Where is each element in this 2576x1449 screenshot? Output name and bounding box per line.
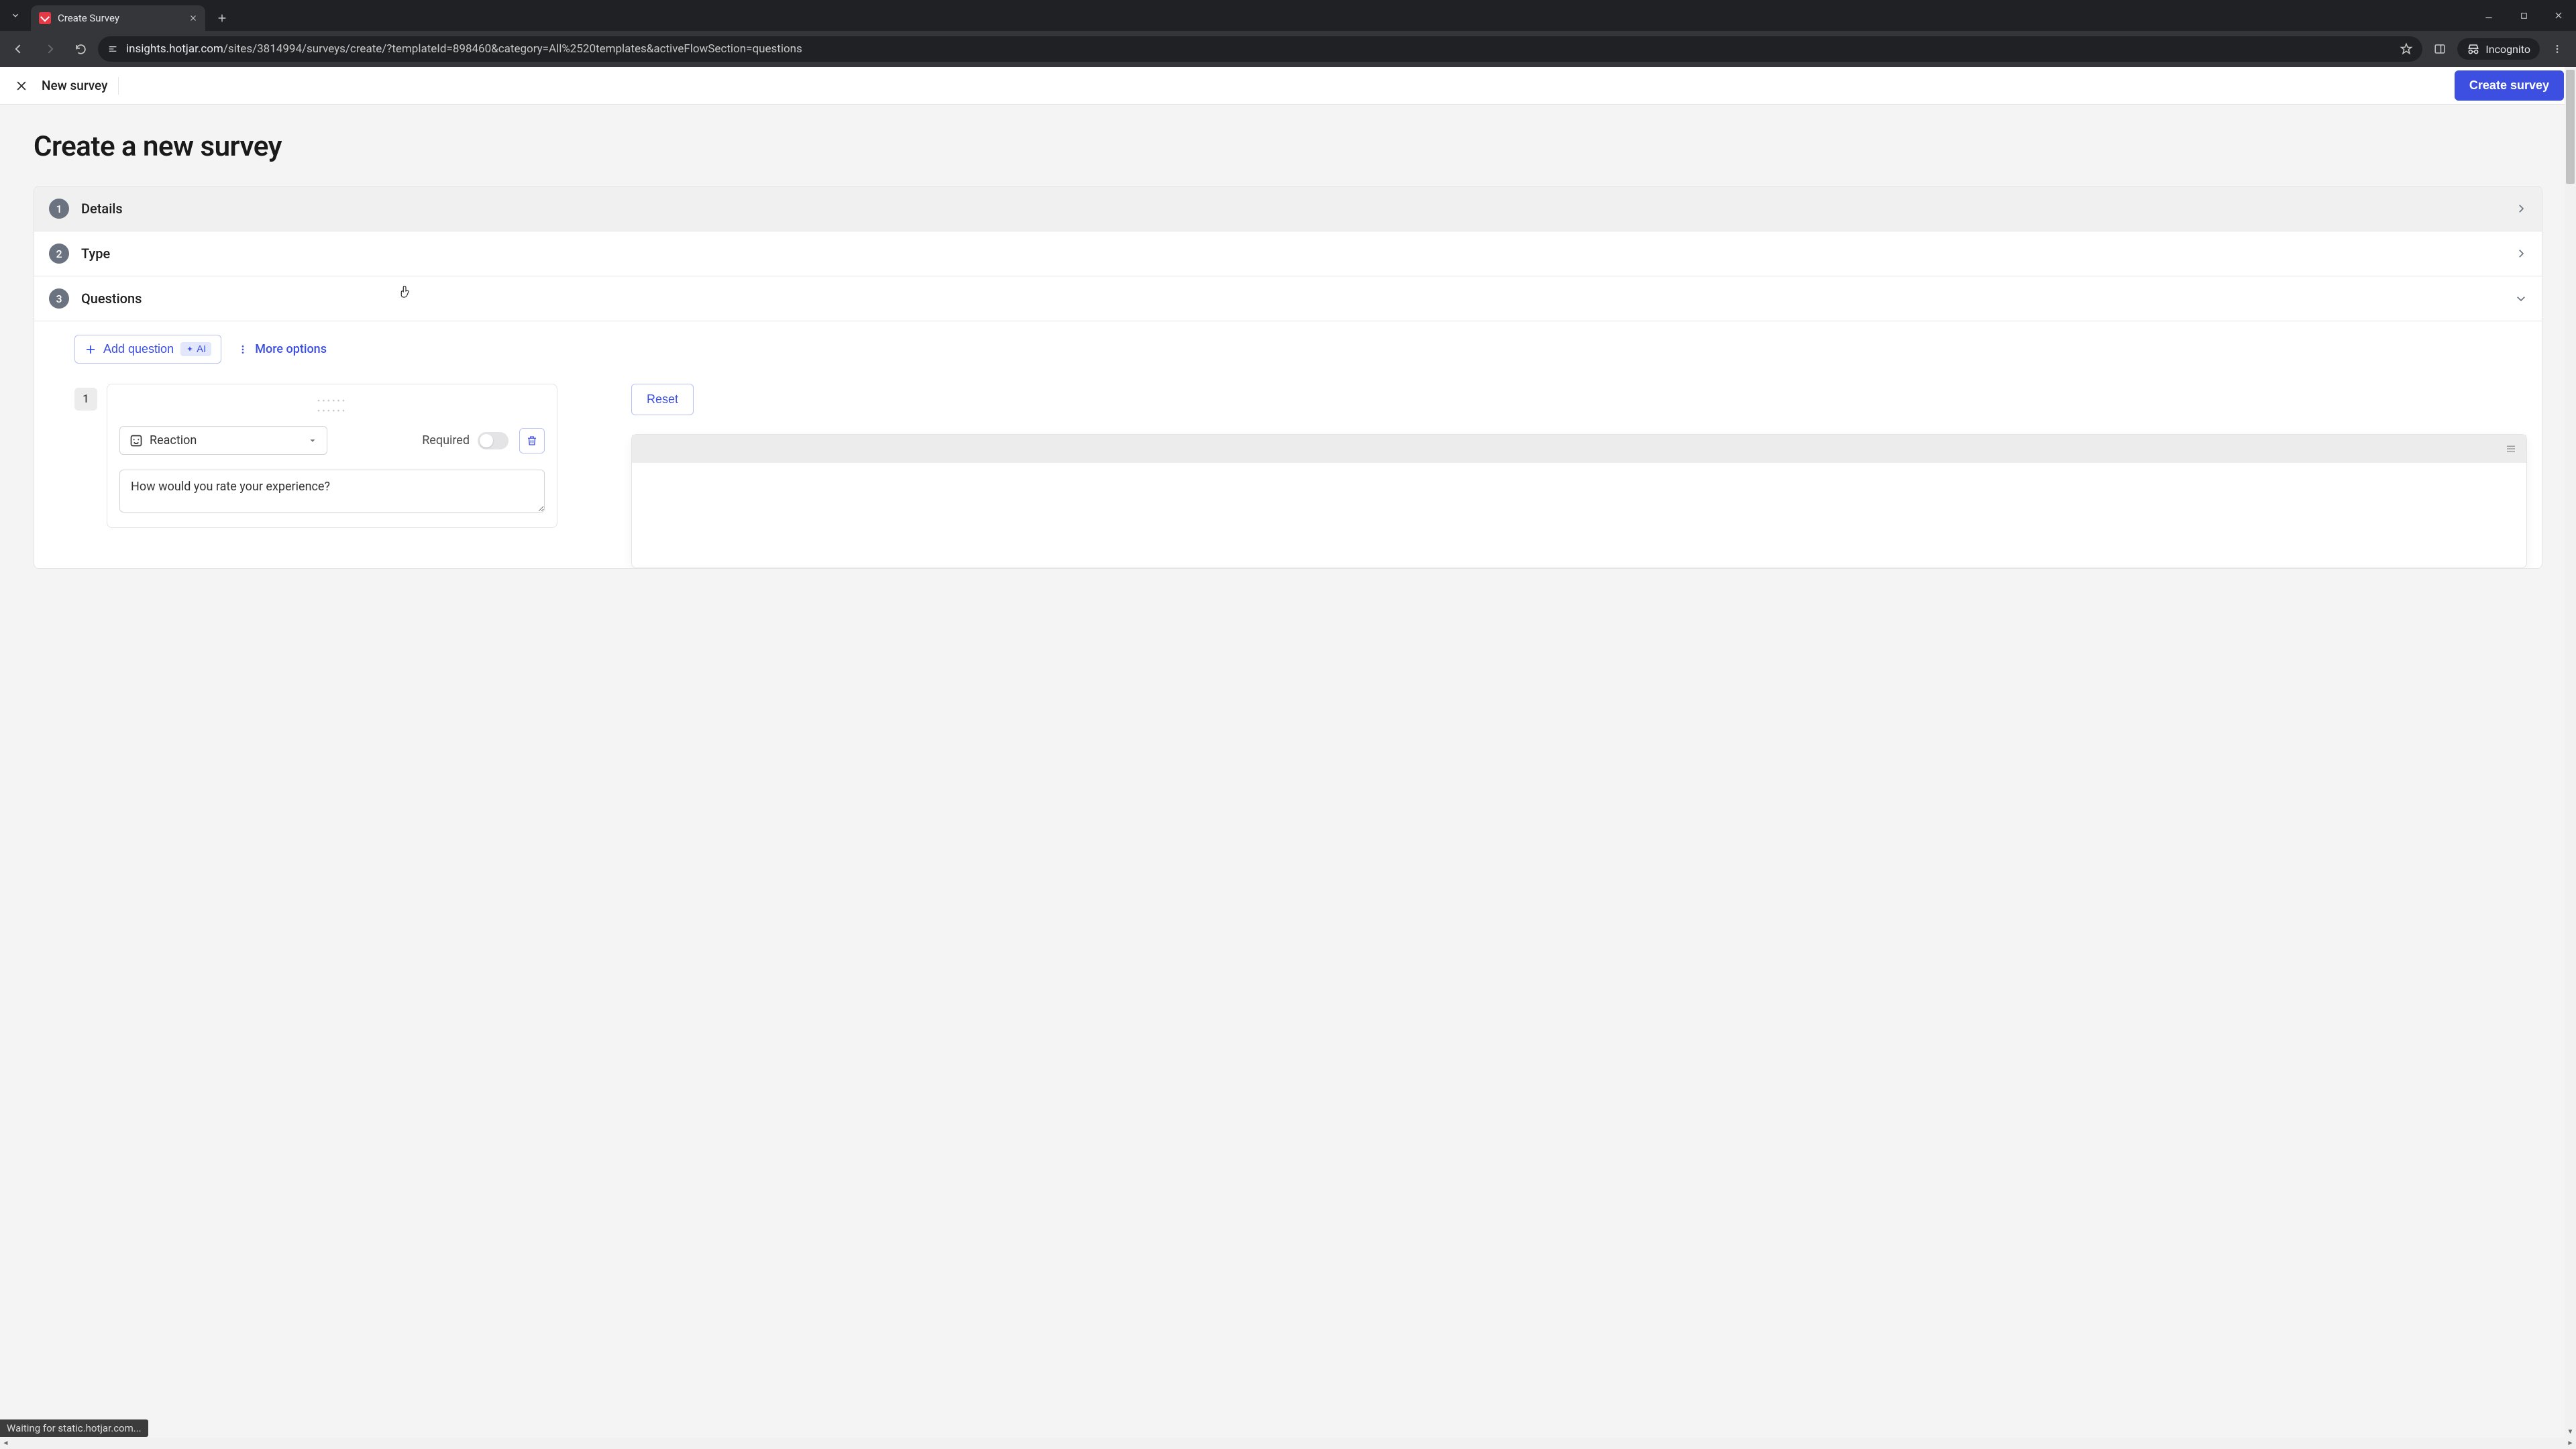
panel-icon: [2434, 43, 2446, 55]
arrow-right-icon: [43, 42, 56, 56]
more-options-button[interactable]: More options: [237, 342, 327, 356]
plus-icon: [85, 343, 97, 356]
window-minimize[interactable]: [2471, 0, 2506, 31]
question-type-label: Reaction: [150, 433, 197, 447]
add-question-button[interactable]: Add question AI: [74, 335, 221, 364]
scrollbar-thumb[interactable]: [2566, 70, 2575, 184]
required-control: Required: [422, 432, 508, 449]
step-questions[interactable]: 3 Questions: [34, 276, 2542, 321]
question-text-input[interactable]: [119, 470, 545, 513]
horizontal-scrollbar[interactable]: ◄ ►: [0, 1438, 2576, 1449]
incognito-icon: [2467, 42, 2480, 56]
step-details[interactable]: 1 Details: [34, 186, 2542, 231]
scroll-down-arrow[interactable]: ▼: [2565, 1426, 2576, 1438]
reload-icon: [74, 43, 87, 56]
browser-status-bar: Waiting for static.hotjar.com...: [0, 1419, 148, 1437]
editor-title: New survey: [42, 78, 107, 93]
nav-reload[interactable]: [67, 36, 94, 62]
close-icon: [15, 79, 28, 93]
close-icon: [189, 14, 197, 22]
editor-split: 1 •••••••••••• Reaction Required: [74, 384, 2527, 568]
window-close[interactable]: [2541, 0, 2576, 31]
question-index: 1: [74, 388, 97, 411]
url-text: insights.hotjar.com/sites/3814994/survey…: [126, 42, 2392, 56]
ai-chip: AI: [180, 342, 211, 356]
tab-title: Create Survey: [58, 12, 119, 24]
reaction-icon: [129, 434, 143, 447]
scroll-right-arrow[interactable]: ►: [2565, 1440, 2576, 1447]
kebab-icon: [2552, 44, 2563, 54]
questions-section: Add question AI More options 1: [34, 321, 2542, 568]
close-editor-button[interactable]: [12, 76, 31, 95]
page-viewport: New survey Create survey Create a new su…: [0, 67, 2576, 1449]
minimize-icon: [2484, 11, 2493, 20]
address-bar[interactable]: insights.hotjar.com/sites/3814994/survey…: [98, 36, 2422, 62]
app-header: New survey Create survey: [0, 67, 2576, 105]
delete-question-button[interactable]: [519, 428, 545, 453]
reset-preview-button[interactable]: Reset: [631, 384, 694, 415]
create-survey-button[interactable]: Create survey: [2455, 70, 2564, 101]
browser-toolbar: insights.hotjar.com/sites/3814994/survey…: [0, 31, 2576, 67]
preview-card: [631, 434, 2527, 568]
steps-panel: 1 Details 2 Type 3 Questions: [34, 186, 2542, 569]
plus-icon: [217, 13, 227, 23]
chevron-down-icon: [11, 11, 20, 20]
page-title: Create a new survey: [34, 130, 2542, 163]
question-editor: 1 •••••••••••• Reaction Required: [74, 384, 557, 528]
step-label: Type: [81, 246, 110, 262]
site-settings-icon[interactable]: [107, 44, 118, 54]
hotjar-favicon: [39, 12, 51, 24]
browser-tab-active[interactable]: Create Survey: [31, 5, 205, 31]
browser-menu[interactable]: [2544, 36, 2571, 62]
close-icon: [2554, 11, 2563, 20]
required-toggle[interactable]: [478, 432, 508, 449]
window-controls: [2471, 0, 2576, 31]
preview-column: Reset: [631, 384, 2527, 568]
nav-forward[interactable]: [36, 36, 63, 62]
kebab-icon: [237, 344, 248, 355]
questions-toolbar: Add question AI More options: [74, 335, 2527, 364]
caret-down-icon: [308, 436, 317, 445]
new-tab-button[interactable]: [211, 7, 233, 30]
preview-header: [632, 435, 2526, 463]
arrow-left-icon: [12, 42, 25, 56]
trash-icon: [526, 435, 538, 447]
step-badge: 3: [49, 288, 69, 309]
question-row-controls: Reaction Required: [119, 426, 545, 455]
step-type[interactable]: 2 Type: [34, 231, 2542, 276]
header-divider: [118, 77, 119, 95]
chevron-right-icon: [2515, 248, 2527, 260]
vertical-scrollbar[interactable]: ▼: [2565, 67, 2576, 1438]
sparkle-icon: [186, 345, 194, 354]
add-question-label: Add question: [103, 342, 174, 356]
tab-search-dropdown[interactable]: [0, 0, 31, 31]
more-options-label: More options: [255, 342, 327, 356]
chevron-right-icon: [2515, 203, 2527, 215]
incognito-indicator[interactable]: Incognito: [2457, 38, 2540, 60]
question-card: •••••••••••• Reaction Required: [107, 384, 557, 528]
question-type-select[interactable]: Reaction: [119, 426, 327, 455]
side-panel-button[interactable]: [2426, 36, 2453, 62]
step-badge: 1: [49, 199, 69, 219]
required-label: Required: [422, 433, 470, 447]
step-label: Details: [81, 201, 123, 217]
incognito-label: Incognito: [2485, 43, 2530, 56]
window-maximize[interactable]: [2506, 0, 2541, 31]
drag-handle[interactable]: ••••••••••••: [119, 396, 545, 417]
page-body: Create a new survey 1 Details 2 Type 3 Q…: [0, 105, 2576, 1449]
browser-titlebar: Create Survey: [0, 0, 2576, 31]
chevron-down-icon: [2515, 292, 2527, 305]
nav-back[interactable]: [5, 36, 32, 62]
maximize-icon: [2520, 11, 2528, 20]
scroll-left-arrow[interactable]: ◄: [0, 1440, 11, 1447]
bookmark-star-icon[interactable]: [2400, 42, 2413, 56]
step-badge: 2: [49, 244, 69, 264]
menu-icon[interactable]: [2505, 443, 2517, 455]
tab-close-button[interactable]: [189, 14, 197, 22]
step-label: Questions: [81, 290, 142, 307]
